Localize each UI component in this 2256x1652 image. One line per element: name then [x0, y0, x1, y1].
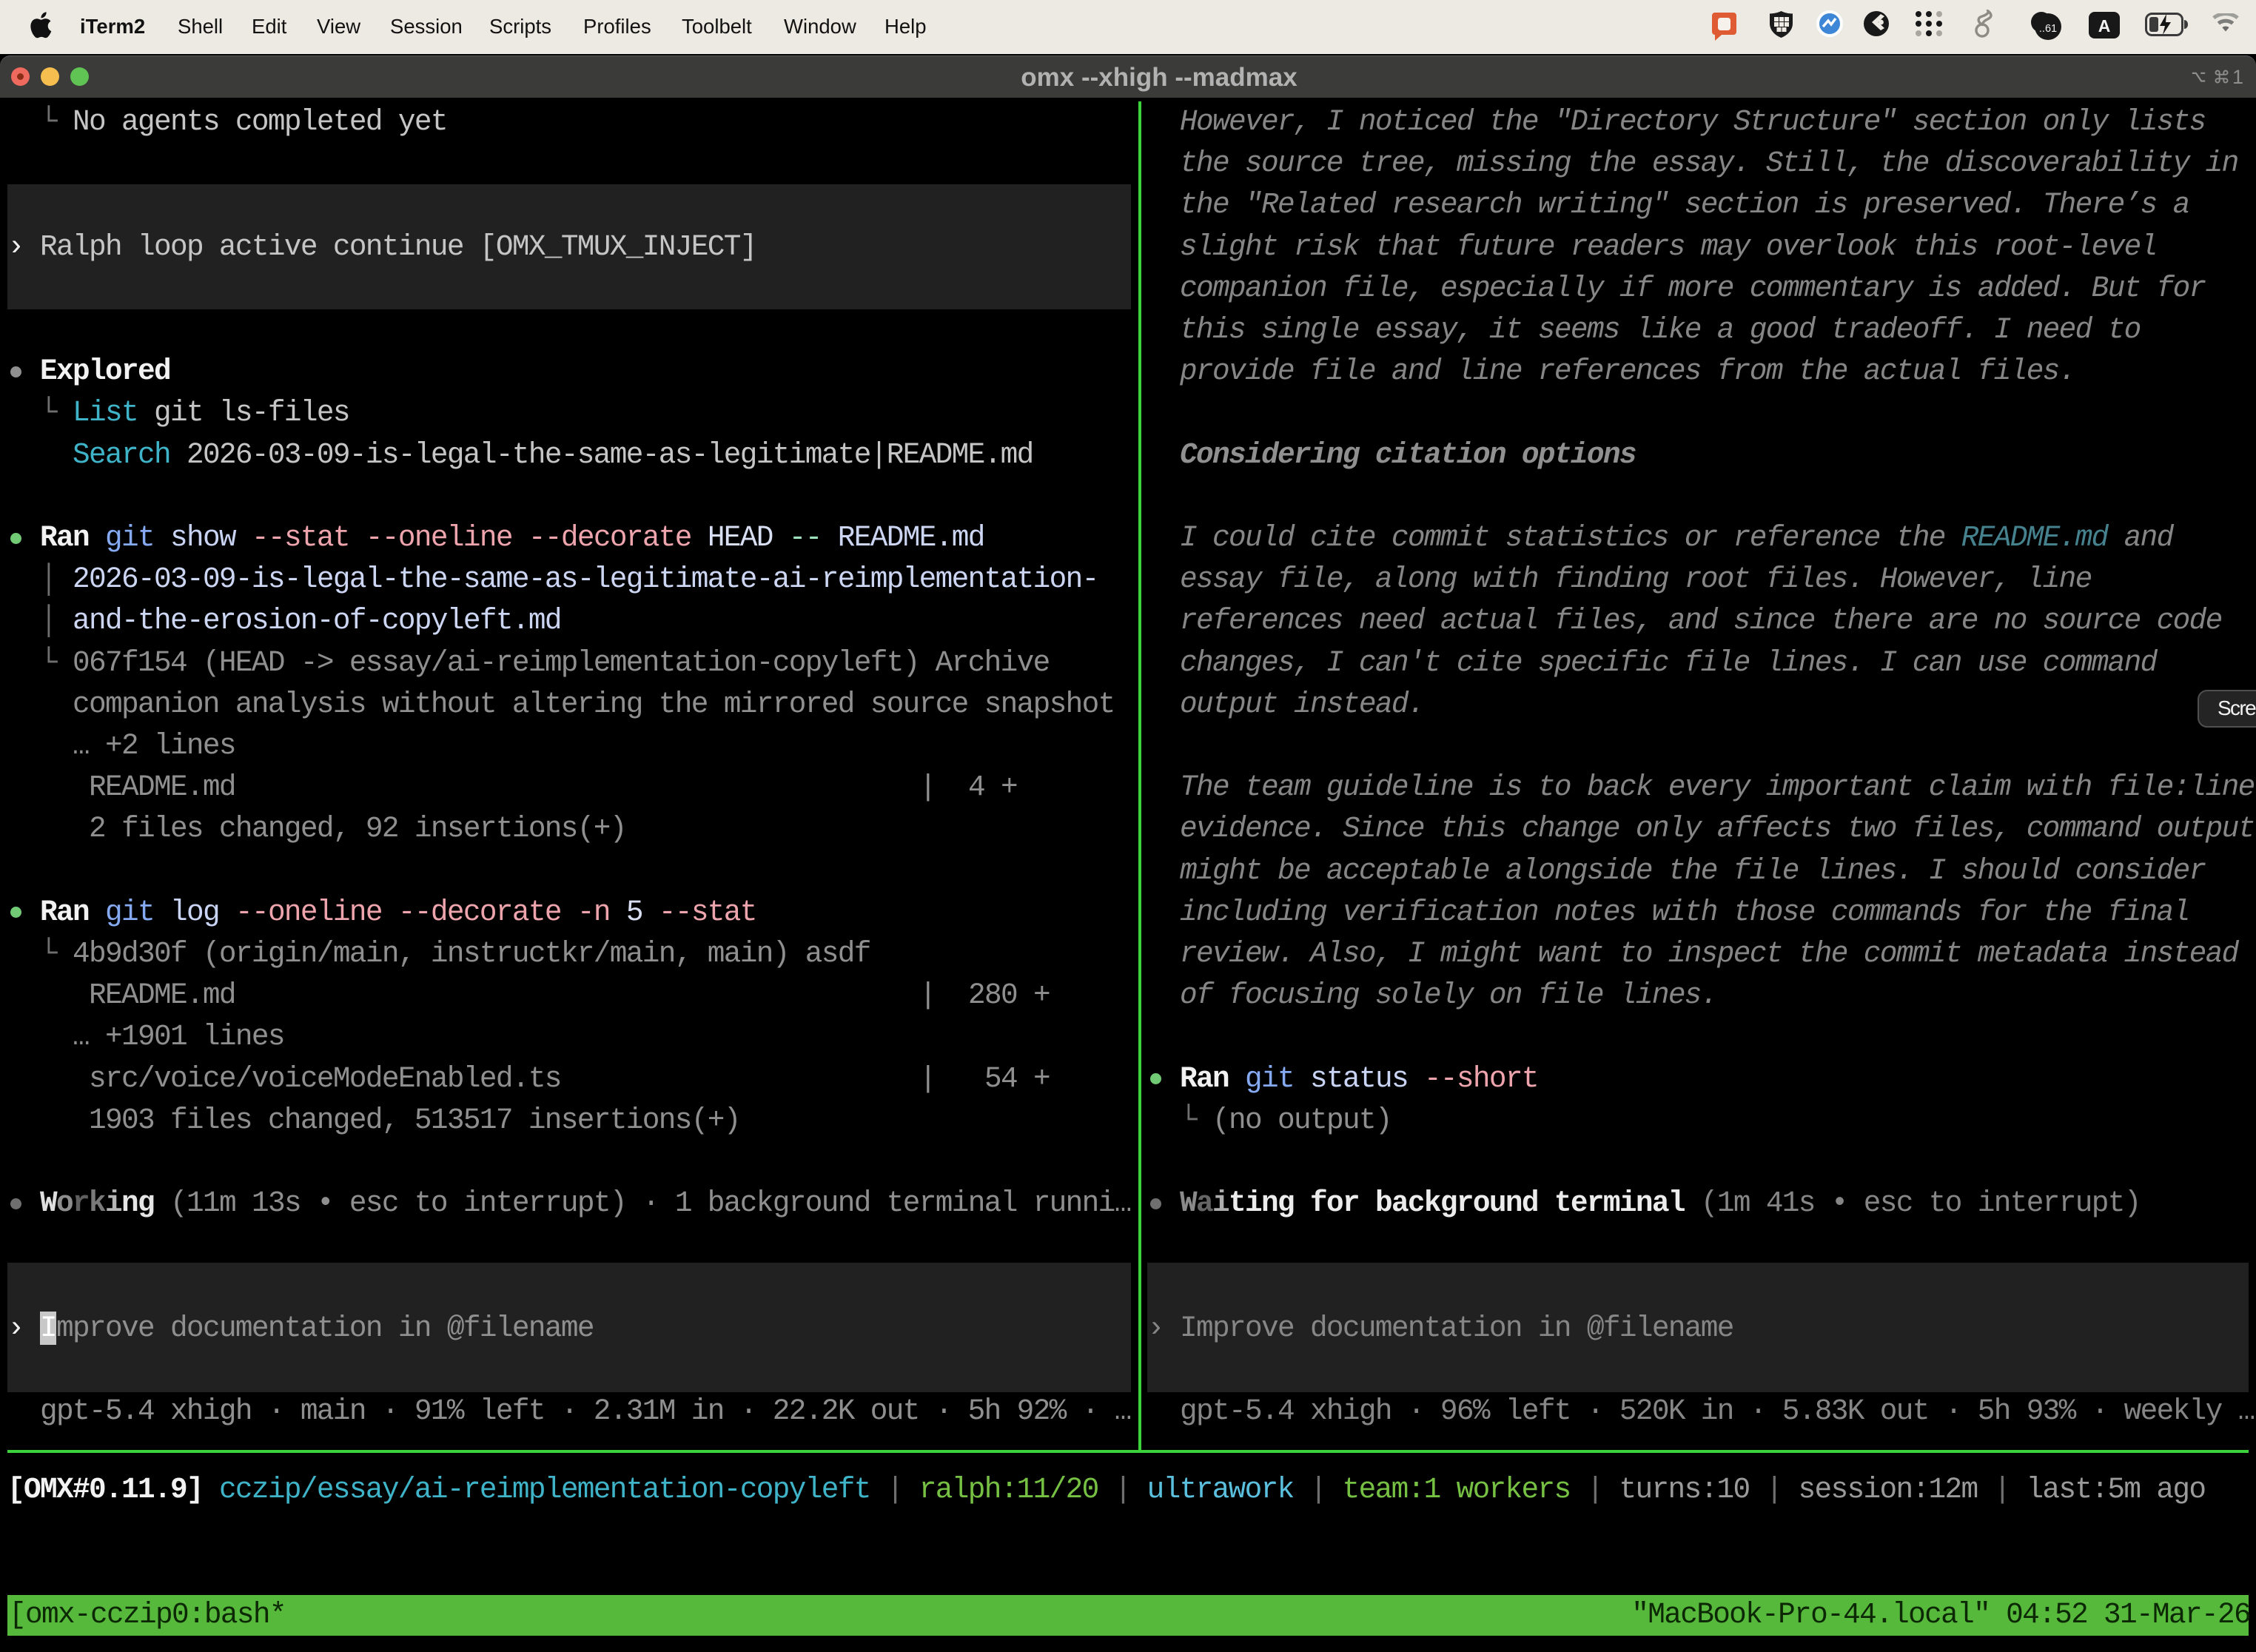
svg-text:A: A [2098, 16, 2111, 36]
svg-text:..61: ..61 [2039, 23, 2057, 35]
